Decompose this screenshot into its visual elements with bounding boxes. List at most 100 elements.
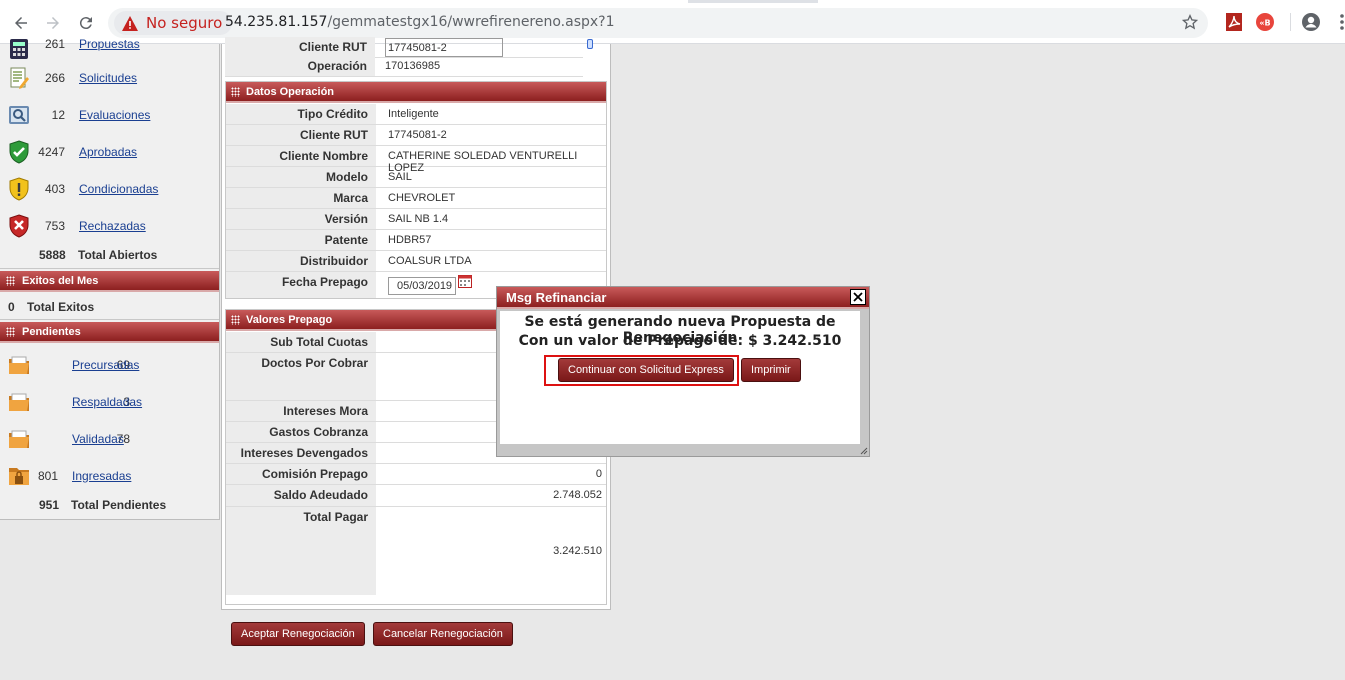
datos-operacion-title: Datos Operación — [246, 86, 335, 98]
datos-operacion-header: Datos Operación — [226, 82, 606, 103]
sidebar-item-link[interactable]: Aprobadas — [79, 145, 137, 159]
operacion-label: Operación — [225, 56, 375, 76]
sidebar-item-evaluaciones[interactable]: 12 Evaluaciones — [0, 96, 219, 133]
operacion-value: 170136985 — [385, 60, 441, 72]
exitos-header: Exitos del Mes — [0, 271, 219, 292]
sidebar-item-propuestas[interactable]: 261 Propuestas — [0, 25, 219, 62]
row-saldo-adeudado: Saldo Adeudado 2.748.052 — [226, 485, 606, 507]
menu-kebab-icon[interactable] — [1332, 12, 1345, 32]
sidebar-item-link[interactable]: Rechazadas — [79, 219, 146, 233]
field-label: Intereses Mora — [226, 401, 376, 421]
fecha-prepago-input[interactable]: 05/03/2019 — [388, 277, 456, 295]
field-value: SAIL NB 1.4 — [388, 213, 449, 225]
aceptar-renegociacion-button[interactable]: Aceptar Renegociación — [231, 622, 365, 646]
exitos-header-label: Exitos del Mes — [22, 275, 99, 287]
row-tipo-credito: Tipo Crédito Inteligente — [226, 104, 606, 125]
resize-grip-icon[interactable] — [860, 447, 868, 455]
valores-prepago-title: Valores Prepago — [246, 314, 333, 326]
row-patente: Patente HDBR57 — [226, 230, 606, 251]
magnifier-icon — [9, 105, 29, 124]
divider — [0, 268, 219, 269]
sidebar-item-count: 403 — [44, 181, 65, 196]
field-label: Intereses Devengados — [226, 443, 376, 463]
field-value: 17745081-2 — [388, 129, 447, 141]
field-label: Gastos Cobranza — [226, 422, 376, 442]
dialog-title-bar: Msg Refinanciar — [497, 287, 869, 309]
field-label: Doctos Por Cobrar — [226, 353, 376, 400]
svg-text:«B: «B — [1259, 19, 1270, 28]
pdf-extension-icon[interactable] — [1224, 12, 1244, 32]
total-exitos-count: 0 — [8, 300, 15, 314]
sidebar-item-condicionadas[interactable]: 403 Condicionadas — [0, 170, 219, 207]
sidebar-item-link[interactable]: Precursadas — [72, 358, 139, 372]
msg-refinanciar-dialog: Msg Refinanciar Se está generando nueva … — [496, 286, 870, 457]
sidebar-item-rechazadas[interactable]: 753 Rechazadas — [0, 207, 219, 244]
sidebar-item-validadas[interactable]: 78 Validadas — [0, 420, 219, 457]
field-label: Marca — [226, 188, 376, 208]
field-label: Total Pagar — [226, 507, 376, 595]
field-value: SAIL — [388, 171, 412, 183]
field-value: Inteligente — [388, 108, 439, 120]
top-row-operacion: Operación 170136985 — [225, 56, 583, 77]
sidebar-item-count: 753 — [44, 218, 65, 233]
sidebar-item-aprobadas[interactable]: 4247 Aprobadas — [0, 133, 219, 170]
row-cliente-rut: Cliente RUT 17745081-2 — [226, 125, 606, 146]
sidebar-item-link[interactable]: Validadas — [72, 432, 124, 446]
scroll-handle[interactable] — [587, 39, 593, 49]
sidebar-item-count: 801 — [37, 468, 58, 483]
red-shield-x-icon — [9, 213, 29, 238]
sidebar-item-respaldadas[interactable]: 3 Respaldadas — [0, 383, 219, 420]
sidebar-item-ingresadas[interactable]: 801 Ingresadas — [0, 457, 219, 494]
sidebar-item-solicitudes[interactable]: 266 Solicitudes — [0, 59, 219, 96]
total-pendientes-label: Total Pendientes — [71, 498, 167, 512]
sidebar-item-link[interactable]: Solicitudes — [79, 71, 137, 85]
field-label: Cliente RUT — [226, 125, 376, 145]
cancelar-renegociacion-button[interactable]: Cancelar Renegociación — [373, 622, 513, 646]
sidebar-item-link[interactable]: Condicionadas — [79, 182, 158, 196]
sidebar-item-link[interactable]: Propuestas — [79, 37, 140, 51]
sidebar-item-link[interactable]: Evaluaciones — [79, 108, 150, 122]
datos-operacion-section: Datos Operación Tipo Crédito Inteligente … — [225, 81, 607, 299]
app-area: 261 Propuestas 266 Solicitudes 12 Evalua… — [0, 37, 1345, 680]
dialog-body: Se está generando nueva Propuesta de Ren… — [500, 311, 860, 444]
row-comision-prepago: Comisión Prepago 0 — [226, 464, 606, 485]
grip-icon — [231, 87, 240, 97]
sidebar-item-link[interactable]: Ingresadas — [72, 469, 131, 483]
folder-icon — [9, 430, 29, 448]
field-label: Versión — [226, 209, 376, 229]
field-label: Saldo Adeudado — [226, 485, 376, 506]
field-value: CHEVROLET — [388, 192, 456, 204]
green-shield-check-icon — [9, 139, 29, 164]
grip-icon — [6, 327, 15, 337]
pendientes-header-label: Pendientes — [22, 326, 81, 338]
row-cliente-nombre: Cliente Nombre CATHERINE SOLEDAD VENTUREL… — [226, 146, 606, 174]
field-label: Tipo Crédito — [226, 104, 376, 124]
field-value: 3.242.510 — [553, 545, 602, 557]
row-modelo: Modelo SAIL — [226, 167, 606, 188]
total-pendientes: 951 Total Pendientes — [0, 498, 219, 520]
profile-avatar-icon[interactable] — [1301, 12, 1321, 32]
close-button[interactable] — [850, 289, 866, 305]
cliente-rut-input[interactable]: 17745081-2 — [385, 38, 503, 57]
calendar-icon[interactable] — [458, 274, 472, 288]
document-pen-icon — [10, 67, 29, 89]
field-value: HDBR57 — [388, 234, 432, 246]
continuar-solicitud-express-button[interactable]: Continuar con Solicitud Express — [558, 358, 734, 382]
field-label: Patente — [226, 230, 376, 250]
total-abiertos: 5888 Total Abiertos — [0, 248, 219, 270]
bookmark-star-icon[interactable] — [1181, 14, 1199, 35]
grip-icon — [231, 315, 240, 325]
adblock-extension-icon[interactable]: «B — [1255, 12, 1275, 32]
imprimir-button[interactable]: Imprimir — [741, 358, 801, 382]
sidebar-item-link[interactable]: Respaldadas — [72, 395, 142, 409]
address-bar[interactable]: No seguro 54.235.81.157/gemmatestgx16/ww… — [108, 8, 1208, 38]
sidebar-item-count: 12 — [51, 107, 65, 122]
field-label: Comisión Prepago — [226, 464, 376, 484]
folder-icon — [9, 393, 29, 411]
calculator-icon — [10, 39, 28, 59]
total-pendientes-count: 951 — [39, 498, 60, 512]
sidebar-item-precursadas[interactable]: 69 Precursadas — [0, 346, 219, 383]
folder-icon — [9, 356, 29, 374]
toolbar-separator — [1290, 13, 1291, 31]
total-abiertos-label: Total Abiertos — [78, 248, 158, 262]
